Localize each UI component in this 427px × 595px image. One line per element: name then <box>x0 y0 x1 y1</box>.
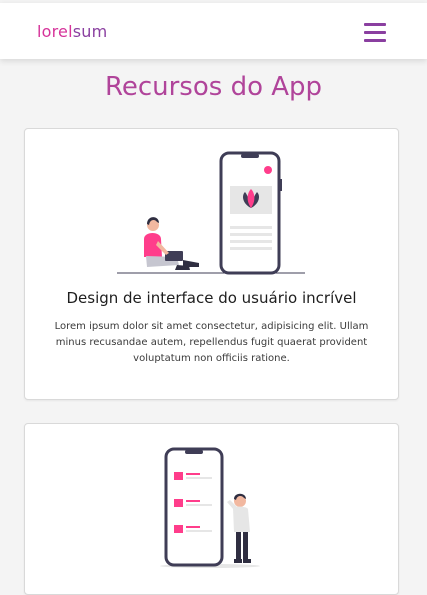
feature-title: Design de interface do usuário incrível <box>66 289 357 307</box>
hamburger-menu-icon[interactable] <box>364 23 386 43</box>
menu-bar <box>364 23 386 26</box>
navbar: lorelsum <box>0 3 427 59</box>
menu-bar <box>364 39 386 42</box>
feature-description: Lorem ipsum dolor sit amet consectetur, … <box>54 321 369 364</box>
section-title: Recursos do App <box>104 72 323 102</box>
person-with-phone-illustration <box>117 151 305 275</box>
brand-logo-part-1: lorel <box>37 22 73 41</box>
feature-card: Design de interface do usuário incrível … <box>24 128 399 400</box>
feature-card <box>24 423 399 595</box>
brand-logo-part-2: sum <box>72 22 108 41</box>
menu-bar <box>364 31 386 34</box>
brand-logo[interactable]: lorelsum <box>37 22 107 41</box>
person-thinking-phone-list-illustration <box>160 447 260 568</box>
